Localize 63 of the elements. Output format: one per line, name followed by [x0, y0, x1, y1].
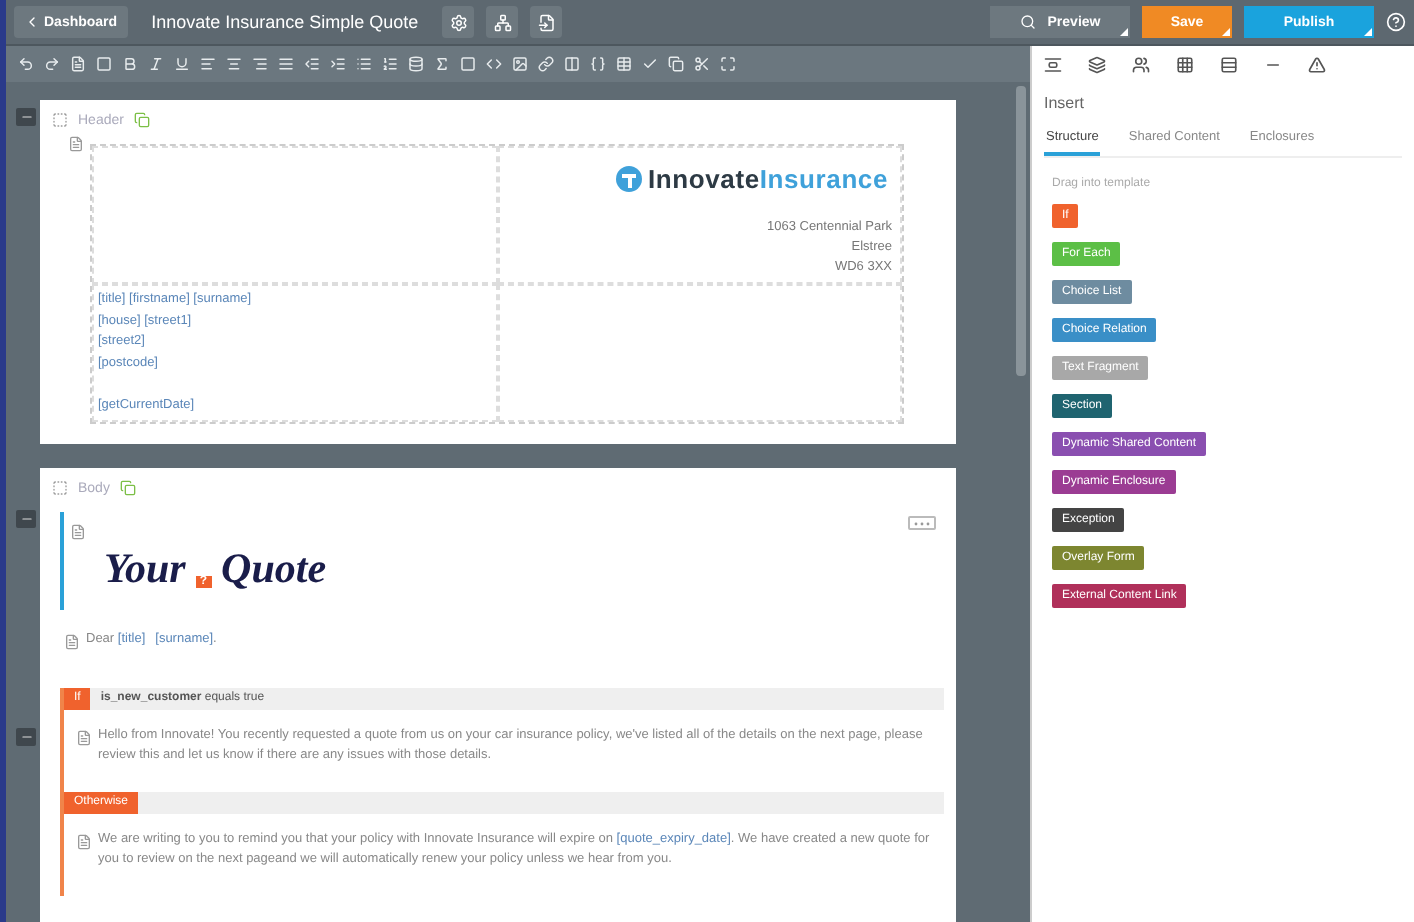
warning-icon[interactable] [1308, 55, 1326, 73]
code-icon[interactable] [486, 56, 502, 72]
company-logo: InnovateInsurance [616, 164, 888, 194]
scissors-icon[interactable] [694, 56, 710, 72]
numbered-list-icon[interactable] [382, 56, 398, 72]
database-icon[interactable] [408, 56, 424, 72]
hierarchy-button[interactable] [486, 6, 519, 38]
minus-icon [19, 512, 33, 526]
copy-icon[interactable] [133, 112, 150, 128]
redo-icon[interactable] [44, 56, 60, 72]
export-button[interactable] [530, 6, 563, 38]
paragraph-icon[interactable] [70, 524, 86, 540]
settings-button[interactable] [442, 6, 475, 38]
columns-icon[interactable] [564, 56, 580, 72]
help-icon[interactable] [1386, 12, 1406, 32]
scrollbar[interactable] [1016, 86, 1026, 376]
document-icon[interactable] [70, 56, 86, 72]
panel-title: Insert [1044, 94, 1087, 112]
outdent-icon[interactable] [304, 56, 320, 72]
paragraph-icon[interactable] [76, 729, 92, 745]
more-icon[interactable] [908, 516, 936, 530]
align-center-icon[interactable] [226, 56, 242, 72]
undo-icon[interactable] [18, 56, 34, 72]
expand-icon[interactable] [720, 56, 736, 72]
heading-text: Your [104, 544, 186, 594]
layers-icon[interactable] [1088, 55, 1106, 73]
hierarchy-icon [493, 13, 512, 31]
collapse-button[interactable] [16, 728, 36, 746]
collapse-button[interactable] [16, 510, 36, 528]
export-icon [537, 13, 556, 31]
square-icon[interactable] [460, 56, 476, 72]
paragraph-icon[interactable] [68, 136, 84, 152]
heading-text: Quote [221, 544, 327, 594]
document-title: Innovate Insurance Simple Quote [151, 12, 419, 32]
collapse-button[interactable] [16, 108, 36, 126]
list-icon[interactable] [1220, 55, 1238, 73]
sigma-icon[interactable] [434, 56, 450, 72]
bold-icon[interactable] [122, 56, 138, 72]
table-icon[interactable] [616, 56, 632, 72]
paragraph-icon[interactable] [76, 833, 92, 849]
minus-icon [19, 730, 33, 744]
block-icon[interactable] [96, 56, 112, 72]
chevron-left-icon [24, 14, 40, 30]
copy-icon[interactable] [119, 480, 136, 496]
settings-icon [449, 13, 468, 31]
grid-icon[interactable] [1176, 55, 1194, 73]
justify-icon[interactable] [278, 56, 294, 72]
minus-icon [19, 110, 33, 124]
italic-icon[interactable] [148, 56, 164, 72]
insert-icon[interactable] [1044, 55, 1062, 73]
bullet-list-icon[interactable] [356, 56, 372, 72]
paragraph-icon[interactable] [64, 634, 80, 650]
link-icon[interactable] [538, 56, 554, 72]
search-icon [1019, 14, 1036, 30]
align-right-icon[interactable] [252, 56, 268, 72]
underline-icon[interactable] [174, 56, 190, 72]
image-icon[interactable] [512, 56, 528, 72]
indent-icon[interactable] [330, 56, 346, 72]
copy-icon[interactable] [668, 56, 684, 72]
braces-icon[interactable] [590, 56, 606, 72]
align-left-icon[interactable] [200, 56, 216, 72]
check-icon[interactable] [642, 56, 658, 72]
logo-icon [616, 166, 643, 192]
